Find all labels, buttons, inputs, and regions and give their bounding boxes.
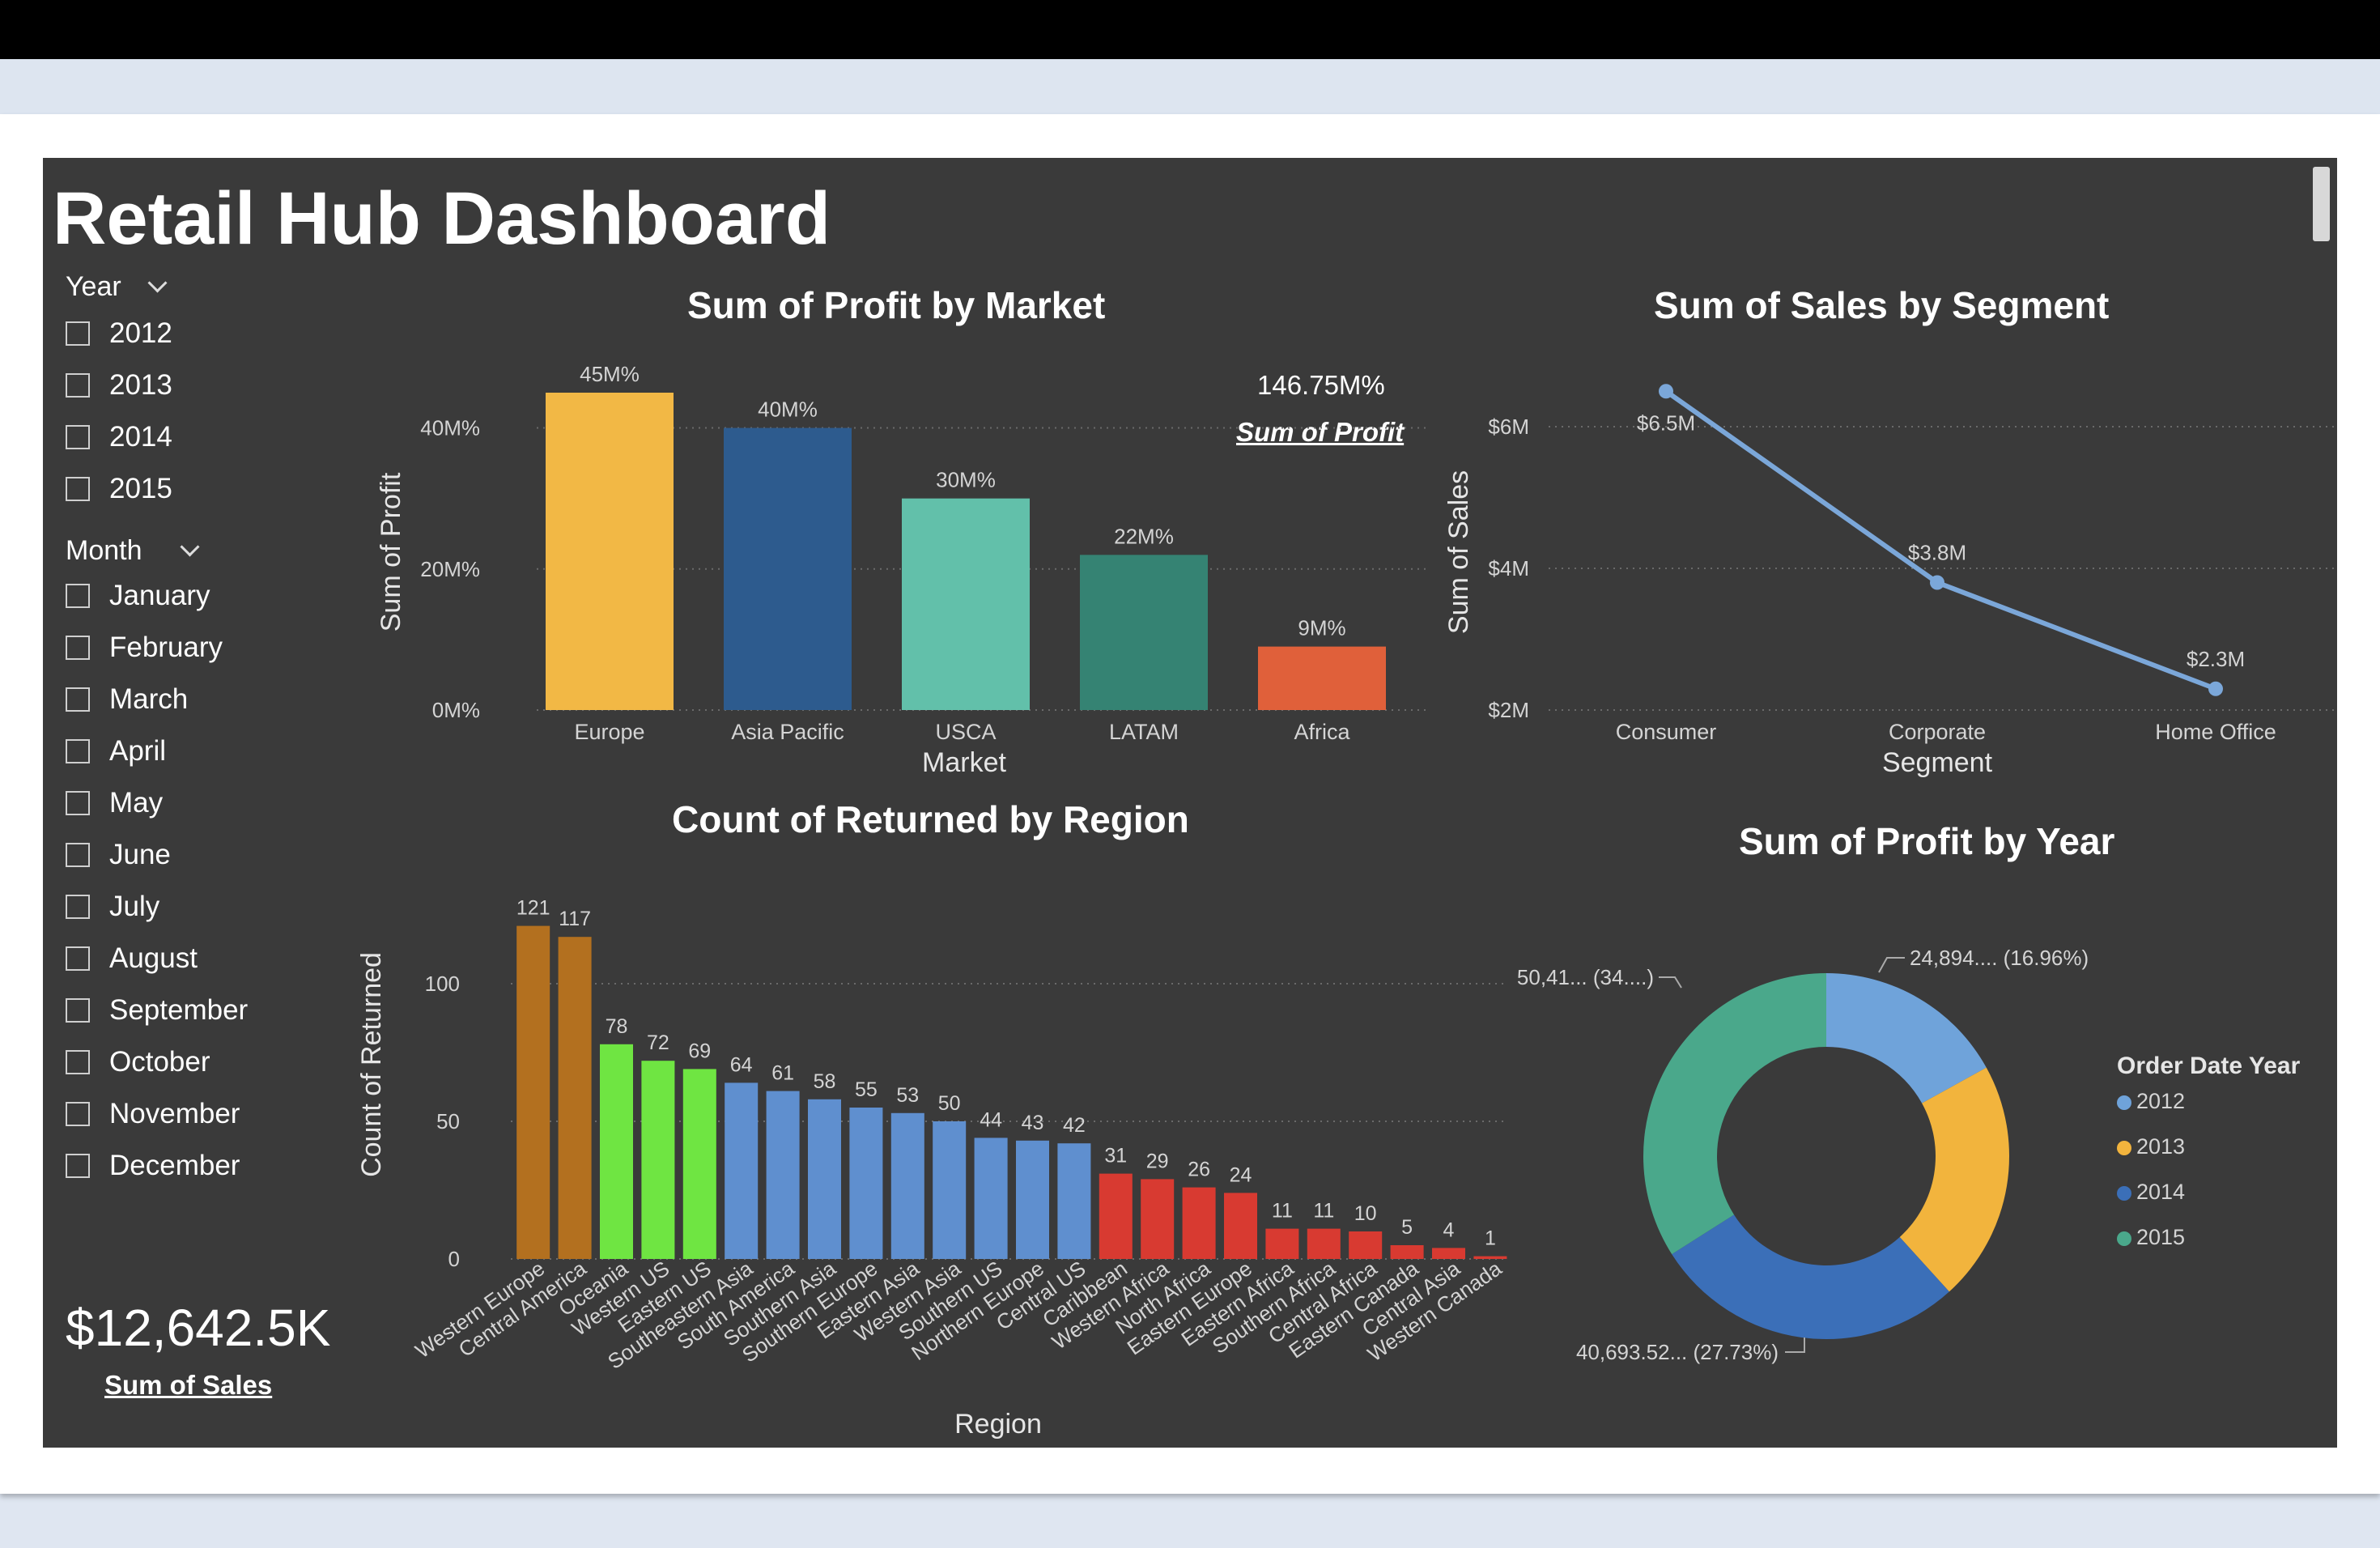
leader-line <box>1785 1337 1805 1353</box>
leader-line <box>1659 976 1682 989</box>
data-label: 24,894.... (16.96%) <box>1910 946 2089 970</box>
dashboard-canvas: Retail Hub Dashboard Year 2012 2013 2014… <box>43 158 2337 1448</box>
legend-item-2013[interactable]: 2013 <box>2117 1134 2185 1159</box>
legend-dot-icon <box>2117 1095 2131 1110</box>
legend-item-2015[interactable]: 2015 <box>2117 1225 2185 1250</box>
legend-item-2014[interactable]: 2014 <box>2117 1180 2185 1205</box>
legend-title: Order Date Year <box>2117 1053 2301 1079</box>
top-band <box>0 59 2380 115</box>
data-label: 40,693.52... (27.73%) <box>1576 1340 1779 1364</box>
legend-dot-icon <box>2117 1140 2131 1155</box>
leader-line <box>1878 957 1905 973</box>
scrollbar-thumb[interactable] <box>2313 167 2330 241</box>
profit-by-year-donut: 24,894.... (16.96%) 50,41... (34....) 40,6… <box>1517 946 2089 1364</box>
legend-dot-icon <box>2117 1185 2131 1201</box>
donut-slice <box>1643 973 1826 1255</box>
browser-top-bar <box>0 0 2380 59</box>
data-label: 50,41... (34....) <box>1517 965 1654 989</box>
legend-dot-icon <box>2117 1231 2131 1246</box>
legend-item-2012[interactable]: 2012 <box>2117 1089 2185 1114</box>
